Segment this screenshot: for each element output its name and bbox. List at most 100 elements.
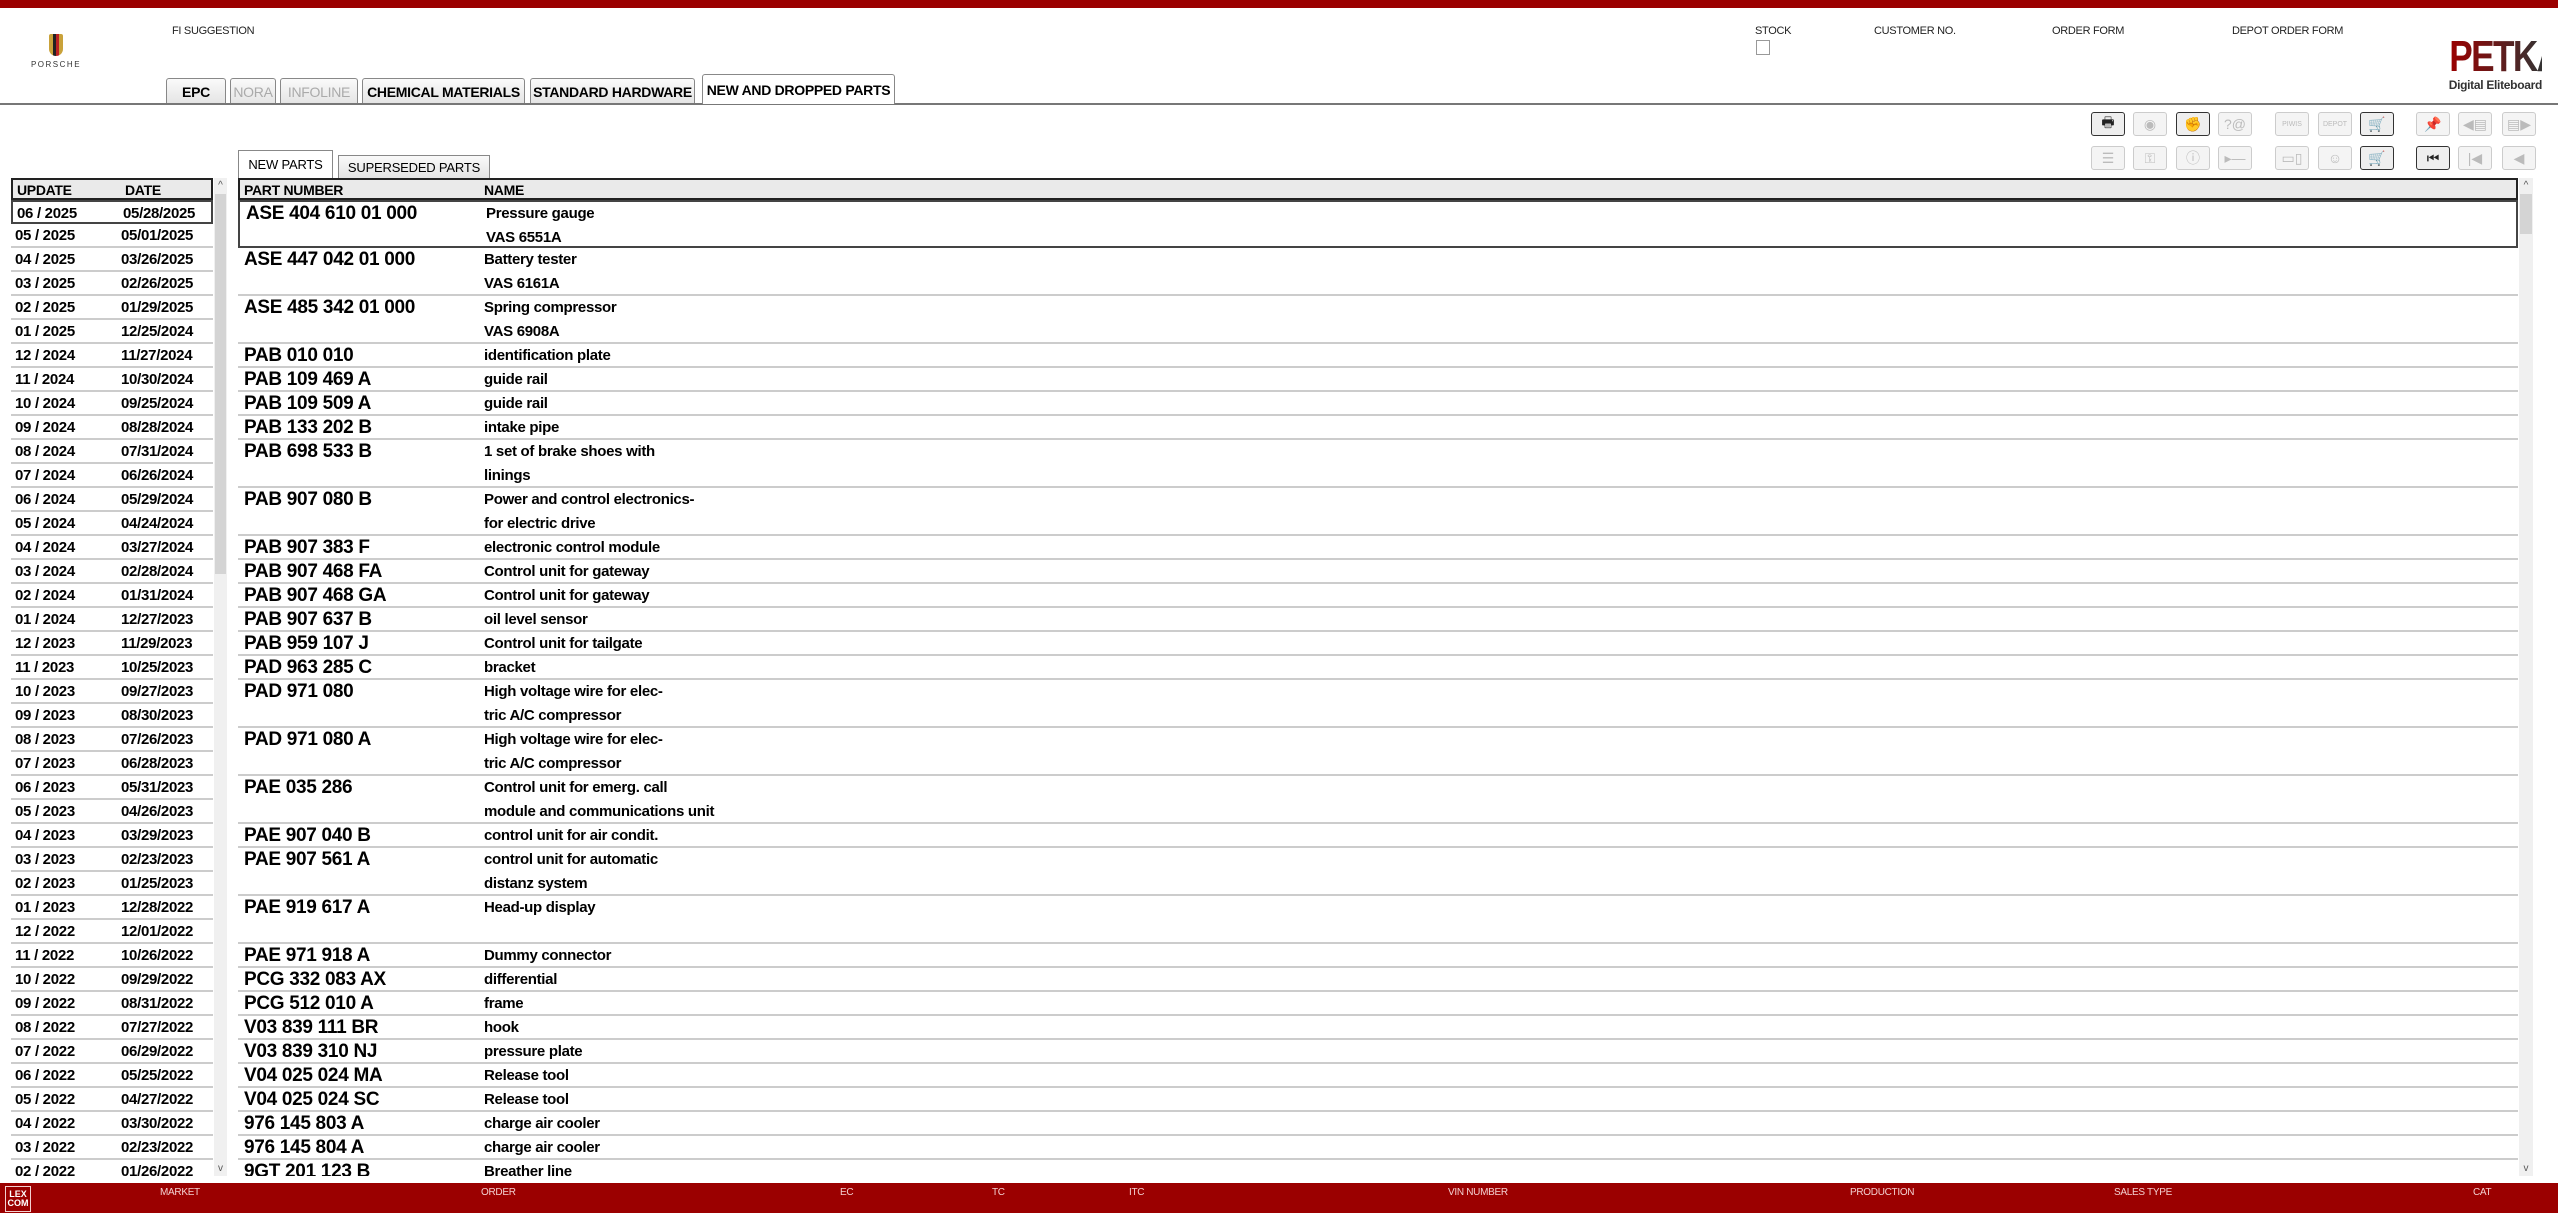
table-row[interactable]: PAE 919 617 A Head-up display bbox=[238, 896, 2518, 944]
back-button[interactable]: ◀ bbox=[2502, 146, 2536, 170]
depot-button[interactable]: DEPOT bbox=[2318, 112, 2352, 136]
table-row[interactable]: PAE 907 040 B control unit for air condit… bbox=[238, 824, 2518, 848]
table-row[interactable]: PAB 109 509 A guide rail bbox=[238, 392, 2518, 416]
carts-button[interactable]: 🛒 bbox=[2360, 112, 2394, 136]
update-column-header[interactable]: UPDATE bbox=[17, 182, 72, 198]
update-list-item[interactable]: 03 / 2023 02/23/2023 bbox=[11, 848, 213, 872]
scroll-thumb[interactable] bbox=[2520, 194, 2532, 234]
update-list-item[interactable]: 12 / 2024 11/27/2024 bbox=[11, 344, 213, 368]
update-list-item[interactable]: 06 / 2025 05/28/2025 bbox=[11, 200, 213, 224]
email-help-button[interactable]: ?@ bbox=[2218, 112, 2252, 136]
table-row[interactable]: PAB 907 637 B oil level sensor bbox=[238, 608, 2518, 632]
prev-document-button[interactable]: ◀▤ bbox=[2458, 112, 2492, 136]
table-row[interactable]: PCG 332 083 AX differential bbox=[238, 968, 2518, 992]
car-info-button[interactable]: ⓘ bbox=[2176, 146, 2210, 170]
subtab-superseded-parts[interactable]: SUPERSEDED PARTS bbox=[338, 155, 490, 178]
table-row[interactable]: PAB 907 080 B Power and control electroni… bbox=[238, 488, 2518, 536]
update-list-item[interactable]: 07 / 2024 06/26/2024 bbox=[11, 464, 213, 488]
update-list-item[interactable]: 01 / 2025 12/25/2024 bbox=[11, 320, 213, 344]
update-list-item[interactable]: 04 / 2023 03/29/2023 bbox=[11, 824, 213, 848]
tab-new-and-dropped-parts[interactable]: NEW AND DROPPED PARTS bbox=[702, 74, 895, 104]
update-list-item[interactable]: 09 / 2023 08/30/2023 bbox=[11, 704, 213, 728]
table-row[interactable]: PAB 959 107 J Control unit for tailgate bbox=[238, 632, 2518, 656]
table-row[interactable]: PCG 512 010 A frame bbox=[238, 992, 2518, 1016]
update-list-item[interactable]: 09 / 2022 08/31/2022 bbox=[11, 992, 213, 1016]
tab-nora[interactable]: NORA bbox=[230, 78, 276, 104]
update-list-item[interactable]: 01 / 2024 12/27/2023 bbox=[11, 608, 213, 632]
update-list-item[interactable]: 11 / 2024 10/30/2024 bbox=[11, 368, 213, 392]
update-list-item[interactable]: 05 / 2024 04/24/2024 bbox=[11, 512, 213, 536]
update-list-item[interactable]: 06 / 2023 05/31/2023 bbox=[11, 776, 213, 800]
piwis-transfer-button[interactable]: ▭▯ bbox=[2275, 146, 2309, 170]
previous-button[interactable]: |◀ bbox=[2458, 146, 2492, 170]
update-list-item[interactable]: 10 / 2023 09/27/2023 bbox=[11, 680, 213, 704]
update-list-item[interactable]: 12 / 2022 12/01/2022 bbox=[11, 920, 213, 944]
update-list-item[interactable]: 12 / 2023 11/29/2023 bbox=[11, 632, 213, 656]
scroll-up-arrow-icon[interactable]: ^ bbox=[2519, 180, 2533, 191]
update-list-item[interactable]: 08 / 2022 07/27/2022 bbox=[11, 1016, 213, 1040]
list-button[interactable]: ☰ bbox=[2091, 146, 2125, 170]
update-list-item[interactable]: 04 / 2022 03/30/2022 bbox=[11, 1112, 213, 1136]
stock-checkbox[interactable] bbox=[1756, 40, 1770, 55]
table-row[interactable]: ASE 404 610 01 000 Pressure gauge VAS 6551… bbox=[238, 200, 2518, 248]
update-list-item[interactable]: 03 / 2022 02/23/2022 bbox=[11, 1136, 213, 1160]
scroll-down-arrow-icon[interactable]: v bbox=[2519, 1163, 2533, 1174]
scroll-thumb[interactable] bbox=[215, 194, 226, 574]
handshake-button[interactable]: ✊ bbox=[2176, 112, 2210, 136]
piwis-button[interactable]: PIWIS bbox=[2275, 112, 2309, 136]
table-row[interactable]: PAB 109 469 A guide rail bbox=[238, 368, 2518, 392]
next-document-button[interactable]: ▤▶ bbox=[2502, 112, 2536, 136]
table-row[interactable]: V03 839 310 NJ pressure plate bbox=[238, 1040, 2518, 1064]
update-list-item[interactable]: 05 / 2025 05/01/2025 bbox=[11, 224, 213, 248]
scroll-up-arrow-icon[interactable]: ^ bbox=[214, 180, 227, 191]
scroll-down-arrow-icon[interactable]: v bbox=[214, 1163, 227, 1174]
subtab-new-parts[interactable]: NEW PARTS bbox=[238, 150, 333, 178]
update-list-item[interactable]: 07 / 2022 06/29/2022 bbox=[11, 1040, 213, 1064]
table-row[interactable]: PAD 963 285 C bracket bbox=[238, 656, 2518, 680]
tab-standard-hardware[interactable]: STANDARD HARDWARE bbox=[530, 78, 695, 104]
table-row[interactable]: PAD 971 080 High voltage wire for elec-tr… bbox=[238, 680, 2518, 728]
stamp-button[interactable]: ◉ bbox=[2133, 112, 2167, 136]
table-row[interactable]: PAB 907 468 FA Control unit for gateway bbox=[238, 560, 2518, 584]
table-row[interactable]: PAB 907 383 F electronic control module bbox=[238, 536, 2518, 560]
parts-table-scrollbar[interactable]: ^ v bbox=[2519, 178, 2533, 1176]
left-list-scrollbar[interactable]: ^ v bbox=[214, 178, 227, 1176]
key-button[interactable]: ⚿ bbox=[2133, 146, 2167, 170]
customer-button[interactable]: ☺ bbox=[2318, 146, 2352, 170]
update-list-item[interactable]: 08 / 2024 07/31/2024 bbox=[11, 440, 213, 464]
date-column-header[interactable]: DATE bbox=[125, 182, 161, 198]
cart-button[interactable]: 🛒 bbox=[2360, 146, 2394, 170]
update-list-item[interactable]: 11 / 2022 10/26/2022 bbox=[11, 944, 213, 968]
table-row[interactable]: ASE 485 342 01 000 Spring compressor VAS 6… bbox=[238, 296, 2518, 344]
table-row[interactable]: PAB 907 468 GA Control unit for gateway bbox=[238, 584, 2518, 608]
table-row[interactable]: 9GT 201 123 B Breather line bbox=[238, 1160, 2518, 1176]
update-list-item[interactable]: 10 / 2022 09/29/2022 bbox=[11, 968, 213, 992]
update-list-item[interactable]: 07 / 2023 06/28/2023 bbox=[11, 752, 213, 776]
update-list-item[interactable]: 02 / 2022 01/26/2022 bbox=[11, 1160, 213, 1176]
collapse-button[interactable]: ▸— bbox=[2218, 146, 2252, 170]
tab-epc[interactable]: EPC bbox=[166, 78, 226, 104]
first-button[interactable]: ⏮ bbox=[2416, 146, 2450, 170]
table-row[interactable]: PAB 010 010 identification plate bbox=[238, 344, 2518, 368]
update-list-item[interactable]: 06 / 2024 05/29/2024 bbox=[11, 488, 213, 512]
name-column-header[interactable]: NAME bbox=[484, 182, 524, 198]
update-list-item[interactable]: 04 / 2024 03/27/2024 bbox=[11, 536, 213, 560]
table-row[interactable]: PAE 971 918 A Dummy connector bbox=[238, 944, 2518, 968]
update-list-item[interactable]: 02 / 2024 01/31/2024 bbox=[11, 584, 213, 608]
update-list-item[interactable]: 11 / 2023 10/25/2023 bbox=[11, 656, 213, 680]
update-list-item[interactable]: 08 / 2023 07/26/2023 bbox=[11, 728, 213, 752]
update-list-item[interactable]: 04 / 2025 03/26/2025 bbox=[11, 248, 213, 272]
table-row[interactable]: PAE 035 286 Control unit for emerg. call m… bbox=[238, 776, 2518, 824]
table-row[interactable]: PAB 133 202 B intake pipe bbox=[238, 416, 2518, 440]
update-list-item[interactable]: 05 / 2023 04/26/2023 bbox=[11, 800, 213, 824]
part-number-column-header[interactable]: PART NUMBER bbox=[244, 182, 343, 198]
update-list-item[interactable]: 09 / 2024 08/28/2024 bbox=[11, 416, 213, 440]
table-row[interactable]: ASE 447 042 01 000 Battery tester VAS 6161… bbox=[238, 248, 2518, 296]
update-list-item[interactable]: 10 / 2024 09/25/2024 bbox=[11, 392, 213, 416]
table-row[interactable]: V04 025 024 SC Release tool bbox=[238, 1088, 2518, 1112]
table-row[interactable]: PAB 698 533 B 1 set of brake shoes with li… bbox=[238, 440, 2518, 488]
update-list-item[interactable]: 03 / 2024 02/28/2024 bbox=[11, 560, 213, 584]
update-list-item[interactable]: 02 / 2025 01/29/2025 bbox=[11, 296, 213, 320]
table-row[interactable]: V04 025 024 MA Release tool bbox=[238, 1064, 2518, 1088]
table-row[interactable]: V03 839 111 BR hook bbox=[238, 1016, 2518, 1040]
